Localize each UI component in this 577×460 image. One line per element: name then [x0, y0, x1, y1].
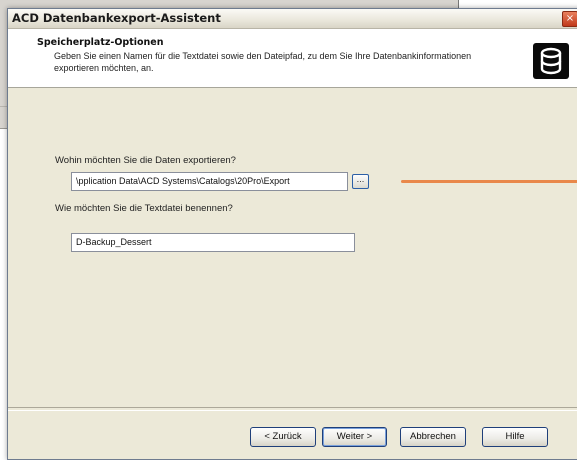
export-path-input[interactable]: \pplication Data\ACD Systems\Catalogs\20… [71, 172, 348, 191]
export-wizard-dialog: ACD Datenbankexport-Assistent × Speicher… [7, 8, 577, 460]
button-separator [8, 407, 577, 411]
filename-input[interactable]: D-Backup_Dessert [71, 233, 355, 252]
title-bar[interactable]: ACD Datenbankexport-Assistent × [8, 9, 577, 29]
next-button[interactable]: Weiter > [322, 427, 387, 447]
cancel-button[interactable]: Abbrechen [400, 427, 466, 447]
wizard-header: Speicherplatz-Optionen Geben Sie einen N… [8, 29, 577, 88]
help-button[interactable]: Hilfe [482, 427, 548, 447]
filename-label: Wie möchten Sie die Textdatei benennen? [55, 203, 233, 214]
export-path-label: Wohin möchten Sie die Daten exportieren? [55, 155, 236, 166]
database-icon [533, 43, 569, 79]
page-description: Geben Sie einen Namen für die Textdatei … [54, 51, 472, 73]
page-title: Speicherplatz-Optionen [37, 37, 164, 48]
background-edge [458, 0, 459, 8]
back-button[interactable]: < Zurück [250, 427, 316, 447]
callout-line [401, 180, 577, 183]
browse-button[interactable]: ... [352, 174, 369, 189]
close-icon[interactable]: × [562, 11, 577, 27]
dialog-title: ACD Datenbankexport-Assistent [12, 11, 221, 25]
